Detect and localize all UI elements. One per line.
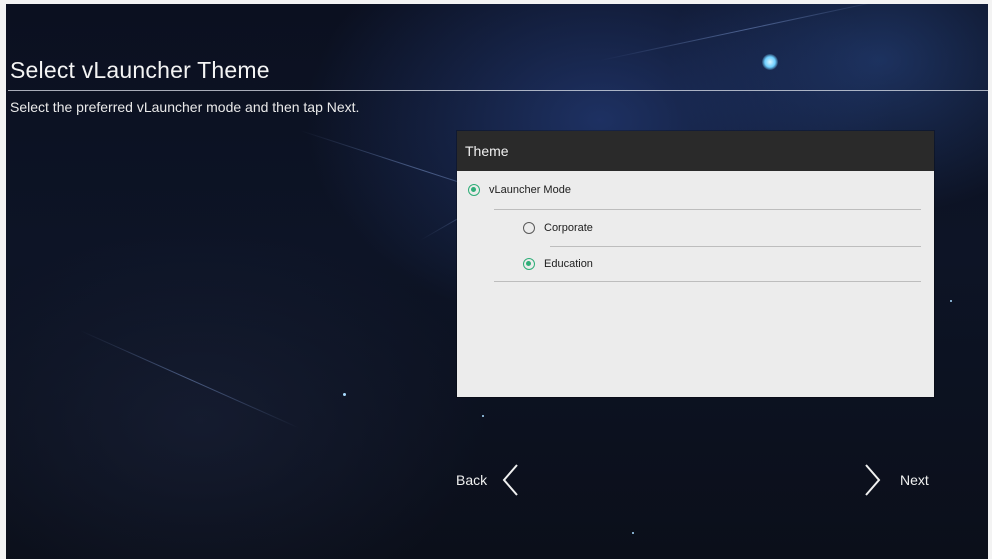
small-star-decoration (950, 300, 952, 302)
vlauncher-mode-option[interactable]: vLauncher Mode (468, 184, 571, 196)
option-divider (494, 209, 921, 210)
radio-button-checked[interactable] (468, 184, 480, 196)
option-divider (550, 246, 921, 247)
page-title: Select vLauncher Theme (10, 57, 270, 83)
education-option[interactable]: Education (523, 258, 593, 270)
screenshot-border (988, 0, 992, 559)
theme-panel-header: Theme (457, 131, 934, 171)
small-star-decoration (632, 532, 634, 534)
screenshot-border (0, 0, 6, 559)
title-divider (8, 90, 988, 91)
small-star-decoration (482, 415, 484, 417)
light-streak-decoration (599, 0, 894, 61)
page-description: Select the preferred vLauncher mode and … (10, 99, 360, 115)
education-label: Education (544, 258, 593, 270)
back-button[interactable]: Back (456, 462, 521, 498)
chevron-left-icon (502, 464, 518, 496)
glow-star-decoration (762, 54, 778, 70)
corporate-option[interactable]: Corporate (523, 222, 593, 234)
next-button[interactable]: Next (862, 462, 929, 498)
back-label: Back (456, 472, 488, 488)
next-label: Next (900, 472, 929, 488)
screenshot-border (0, 0, 992, 4)
small-star-decoration (343, 393, 346, 396)
option-divider (494, 281, 921, 282)
corporate-label: Corporate (544, 222, 593, 234)
vlauncher-mode-label: vLauncher Mode (489, 184, 571, 196)
light-streak-decoration (79, 330, 300, 429)
radio-button-checked[interactable] (523, 258, 535, 270)
theme-panel: Theme vLauncher Mode Corporate Education (457, 131, 934, 397)
radio-button-unchecked[interactable] (523, 222, 535, 234)
chevron-right-icon (865, 464, 881, 496)
